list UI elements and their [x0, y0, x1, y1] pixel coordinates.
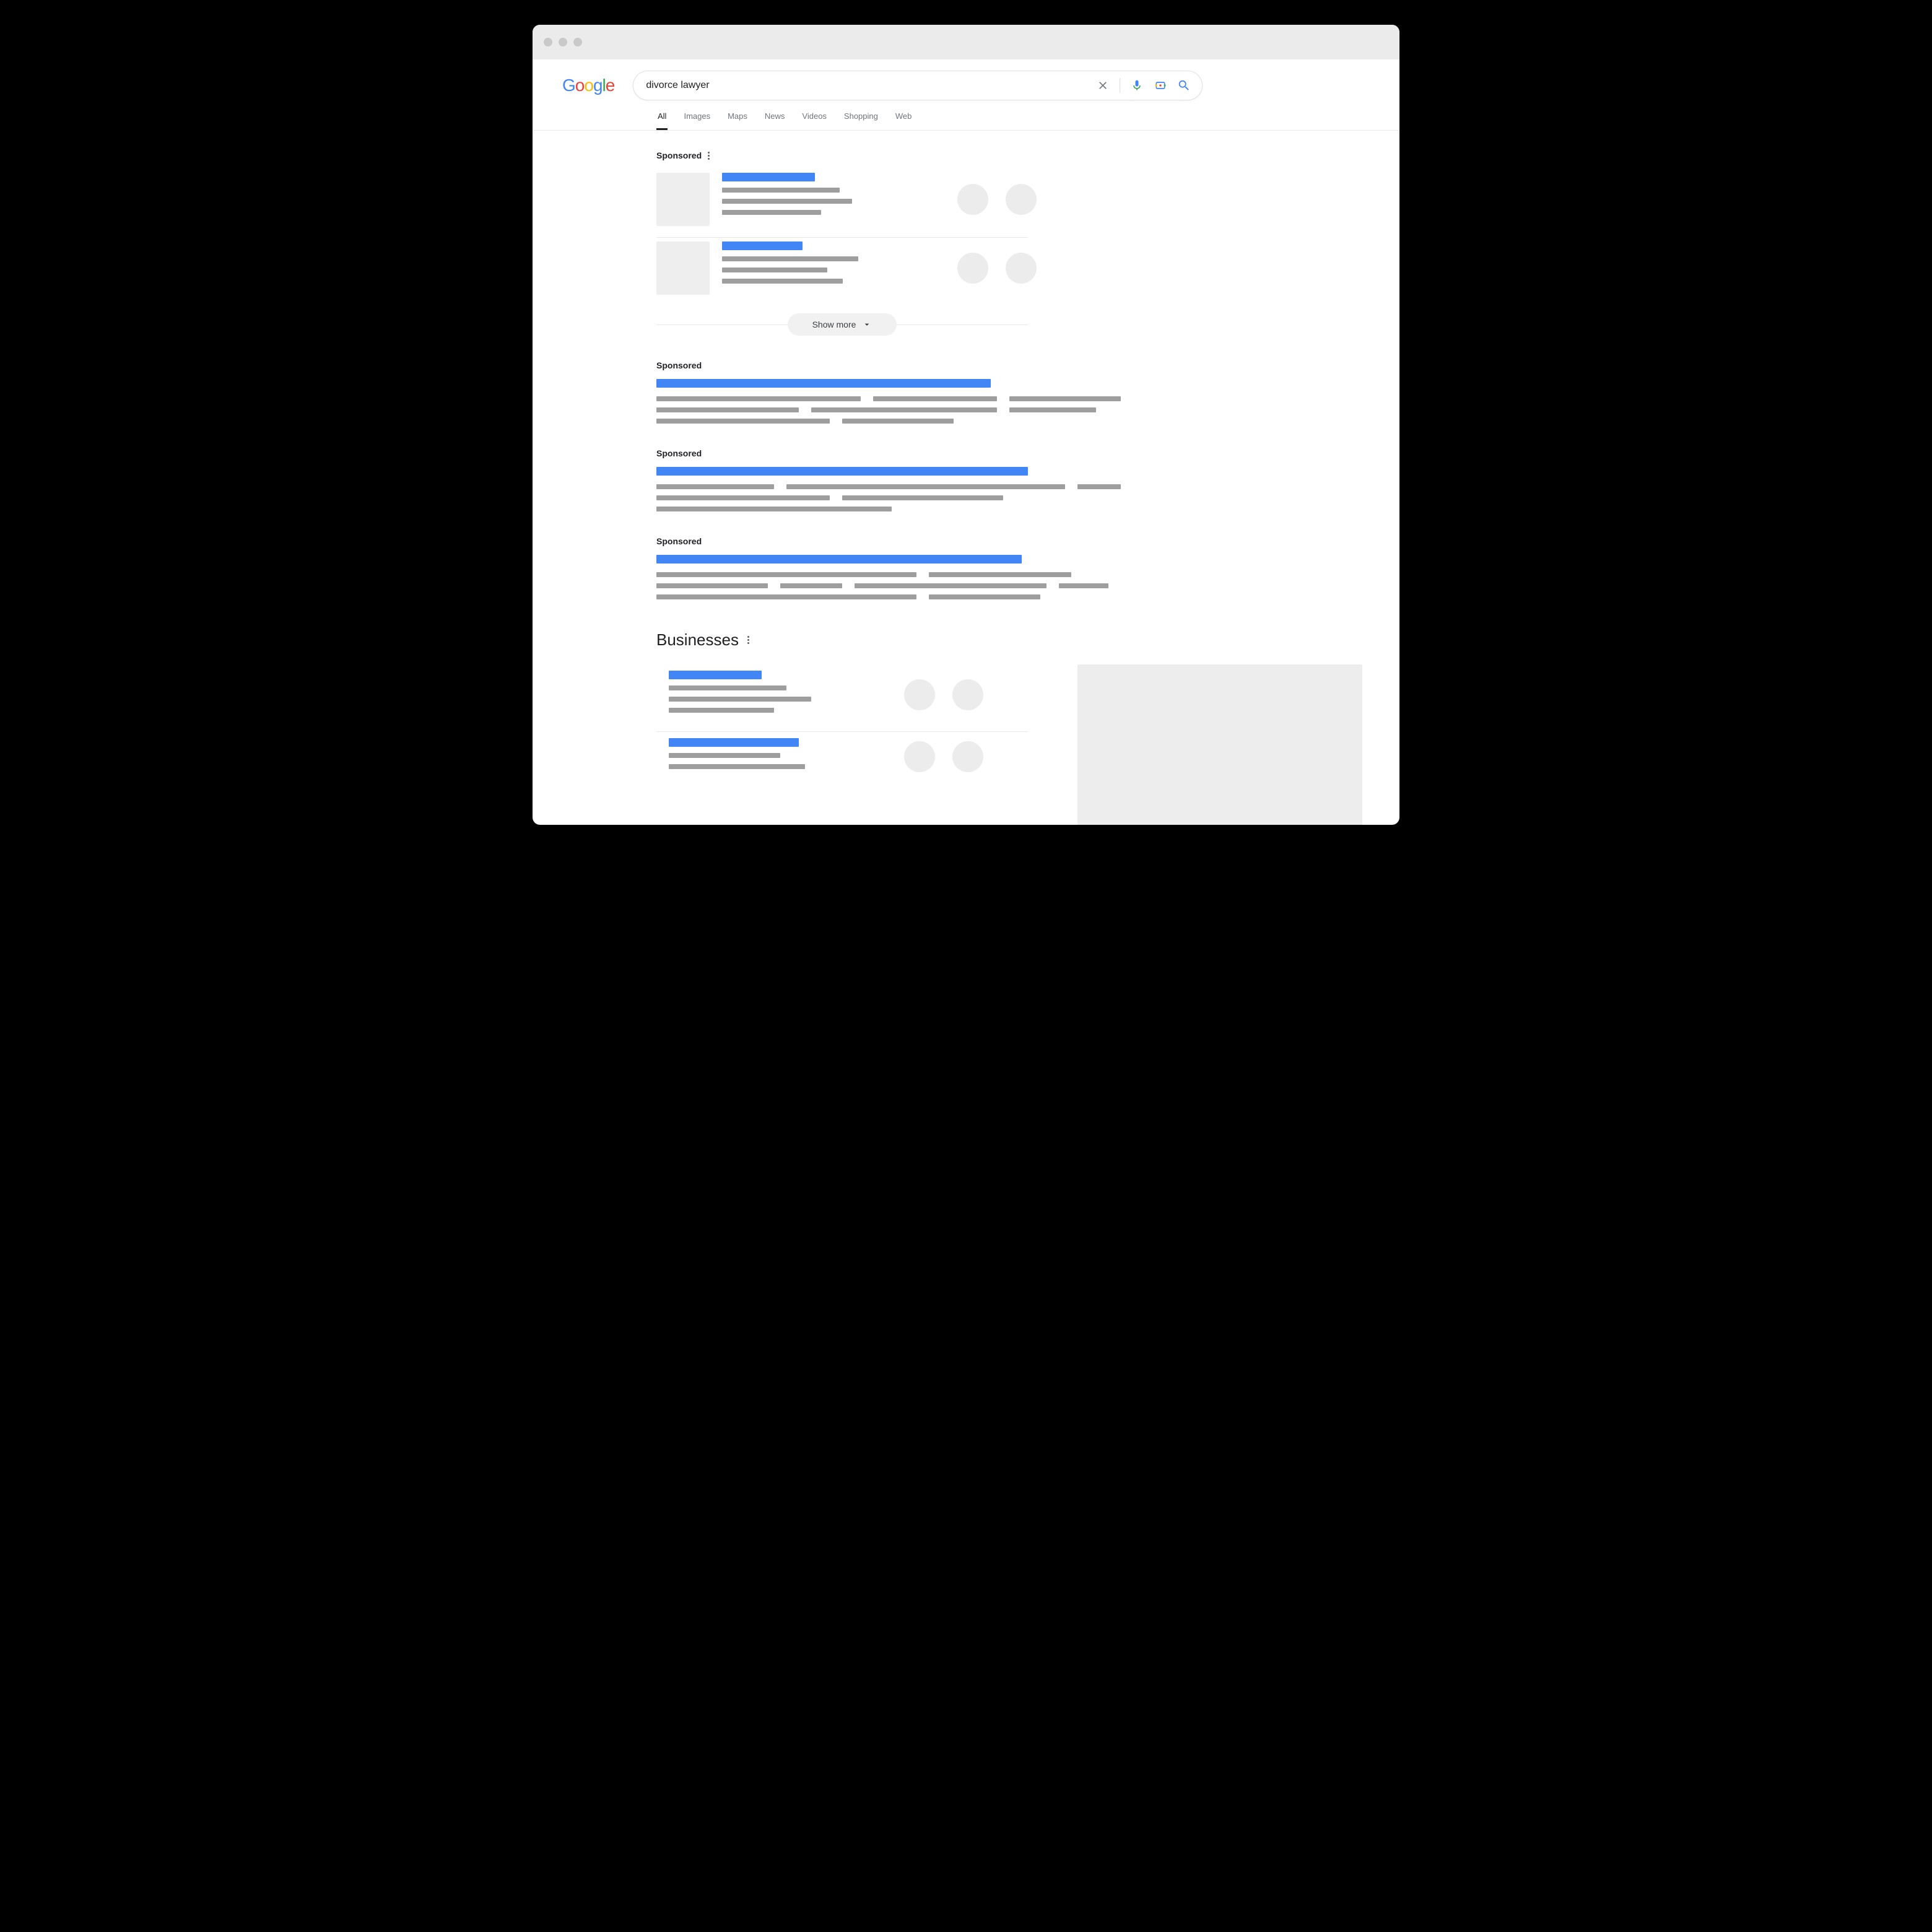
result-title-placeholder — [656, 467, 1028, 476]
sponsored-text-result[interactable]: Sponsored — [656, 536, 1127, 599]
result-title-placeholder — [656, 555, 1022, 564]
sponsored-label-text: Sponsored — [656, 448, 702, 458]
result-line-placeholder — [722, 268, 827, 272]
sponsored-label: Sponsored — [656, 448, 1127, 458]
result-title-placeholder — [722, 173, 815, 181]
action-buttons — [904, 679, 983, 710]
result-snippet — [656, 484, 1127, 511]
sponsored-label: Sponsored — [656, 536, 1127, 546]
tab-maps[interactable]: Maps — [726, 111, 749, 130]
traffic-light-maximize[interactable] — [573, 38, 582, 46]
result-title-placeholder — [656, 379, 991, 388]
businesses-section: Businesses — [656, 630, 1399, 788]
action-buttons — [904, 741, 983, 772]
business-result[interactable] — [656, 664, 1028, 731]
sponsored-section-label: Sponsored — [656, 150, 1399, 160]
browser-window: Google All Images Ma — [533, 25, 1399, 825]
business-name-placeholder — [669, 671, 762, 679]
tab-images[interactable]: Images — [682, 111, 711, 130]
result-line-placeholder — [722, 199, 852, 204]
action-button[interactable] — [904, 679, 935, 710]
result-thumbnail — [656, 242, 710, 295]
tab-shopping[interactable]: Shopping — [843, 111, 879, 130]
business-line-placeholder — [669, 753, 780, 758]
action-buttons — [957, 253, 1037, 284]
result-thumbnail — [656, 173, 710, 226]
action-button[interactable] — [957, 184, 988, 215]
search-tabs: All Images Maps News Videos Shopping Web — [533, 100, 1399, 131]
more-options-icon[interactable] — [708, 152, 710, 160]
show-more-row: Show more — [656, 313, 1028, 336]
businesses-label-text: Businesses — [656, 630, 739, 650]
voice-search-icon[interactable] — [1130, 79, 1144, 92]
tab-news[interactable]: News — [764, 111, 786, 130]
tab-videos[interactable]: Videos — [801, 111, 828, 130]
traffic-light-minimize[interactable] — [559, 38, 567, 46]
search-header: Google — [533, 59, 1399, 100]
traffic-light-close[interactable] — [544, 38, 552, 46]
action-button[interactable] — [952, 741, 983, 772]
logo-letter: g — [593, 76, 603, 95]
action-button[interactable] — [904, 741, 935, 772]
tab-all[interactable]: All — [656, 111, 668, 130]
sponsored-label-text: Sponsored — [656, 150, 702, 160]
sponsored-text-result[interactable]: Sponsored — [656, 448, 1127, 511]
business-line-placeholder — [669, 764, 805, 769]
business-result[interactable] — [656, 732, 1028, 788]
result-text — [722, 173, 908, 226]
result-snippet — [656, 572, 1127, 599]
sponsored-label: Sponsored — [656, 360, 1127, 370]
logo-letter: G — [562, 76, 575, 95]
sponsored-result-card[interactable] — [656, 169, 1399, 237]
business-text — [669, 671, 855, 719]
action-buttons — [957, 184, 1037, 215]
business-text — [669, 738, 855, 775]
business-line-placeholder — [669, 708, 774, 713]
show-more-label: Show more — [812, 320, 856, 329]
result-line-placeholder — [722, 210, 821, 215]
businesses-heading: Businesses — [656, 630, 1399, 650]
business-line-placeholder — [669, 685, 786, 690]
logo-letter: o — [584, 76, 593, 95]
logo-letter: e — [606, 76, 615, 95]
tab-web[interactable]: Web — [894, 111, 913, 130]
chevron-down-icon — [862, 320, 872, 329]
action-button[interactable] — [952, 679, 983, 710]
image-search-icon[interactable] — [1154, 79, 1167, 92]
sponsored-result-card[interactable] — [656, 238, 1399, 306]
action-button[interactable] — [1006, 253, 1037, 284]
show-more-button[interactable]: Show more — [788, 313, 897, 336]
action-button[interactable] — [957, 253, 988, 284]
action-button[interactable] — [1006, 184, 1037, 215]
browser-titlebar — [533, 25, 1399, 59]
result-snippet — [656, 396, 1127, 424]
result-text — [722, 242, 908, 295]
map-placeholder[interactable] — [1077, 664, 1362, 825]
result-title-placeholder — [722, 242, 803, 250]
google-logo[interactable]: Google — [562, 76, 614, 95]
business-line-placeholder — [669, 697, 811, 702]
search-icon[interactable] — [1177, 79, 1191, 92]
results-content: Sponsored — [533, 131, 1399, 825]
search-icon-group — [1096, 78, 1191, 93]
sponsored-text-result[interactable]: Sponsored — [656, 360, 1127, 424]
result-line-placeholder — [722, 279, 843, 284]
sponsored-label-text: Sponsored — [656, 536, 702, 546]
logo-letter: o — [575, 76, 585, 95]
clear-icon[interactable] — [1096, 79, 1110, 92]
more-options-icon[interactable] — [747, 636, 749, 644]
search-input[interactable] — [646, 80, 1096, 91]
sponsored-label-text: Sponsored — [656, 360, 702, 370]
result-line-placeholder — [722, 256, 858, 261]
search-bar[interactable] — [633, 71, 1203, 100]
business-name-placeholder — [669, 738, 799, 747]
result-line-placeholder — [722, 188, 840, 193]
